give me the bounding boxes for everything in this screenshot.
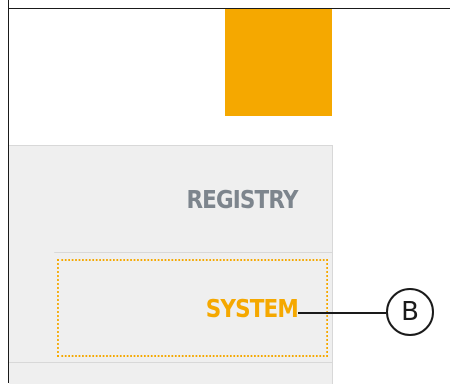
callout-leader-line — [298, 312, 386, 314]
side-menu: REGISTRY SYSTEM — [9, 145, 333, 384]
menu-divider — [9, 362, 332, 363]
accent-block — [225, 9, 332, 116]
callout-marker: B — [386, 288, 434, 336]
menu-item-registry[interactable]: REGISTRY — [54, 146, 332, 253]
menu-item-registry-label: REGISTRY — [186, 184, 298, 214]
screen-frame: REGISTRY SYSTEM B — [0, 0, 450, 384]
callout-label: B — [401, 297, 419, 327]
menu-item-system-label: SYSTEM — [205, 293, 299, 323]
menu-item-system[interactable]: SYSTEM — [57, 259, 328, 357]
